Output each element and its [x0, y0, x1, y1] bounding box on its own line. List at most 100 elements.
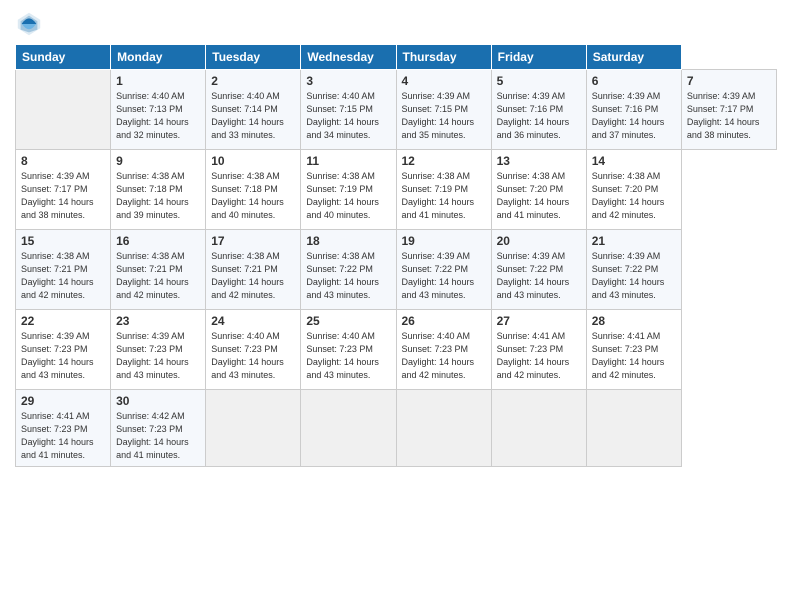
- calendar-day-cell: [491, 390, 586, 467]
- day-number: 6: [592, 74, 676, 88]
- day-info: Sunrise: 4:41 AMSunset: 7:23 PMDaylight:…: [497, 330, 581, 382]
- day-number: 3: [306, 74, 390, 88]
- calendar-week-row: 15 Sunrise: 4:38 AMSunset: 7:21 PMDayligh…: [16, 230, 777, 310]
- day-number: 23: [116, 314, 200, 328]
- calendar-day-cell: 12 Sunrise: 4:38 AMSunset: 7:19 PMDayligh…: [396, 150, 491, 230]
- day-info: Sunrise: 4:40 AMSunset: 7:23 PMDaylight:…: [211, 330, 295, 382]
- day-info: Sunrise: 4:39 AMSunset: 7:22 PMDaylight:…: [402, 250, 486, 302]
- day-info: Sunrise: 4:42 AMSunset: 7:23 PMDaylight:…: [116, 410, 200, 462]
- day-info: Sunrise: 4:39 AMSunset: 7:17 PMDaylight:…: [687, 90, 771, 142]
- calendar-day-cell: 13Sunrise: 4:38 AMSunset: 7:20 PMDayligh…: [491, 150, 586, 230]
- calendar-day-cell: 23 Sunrise: 4:39 AMSunset: 7:23 PMDayligh…: [111, 310, 206, 390]
- header-friday: Friday: [491, 45, 586, 70]
- day-info: Sunrise: 4:39 AMSunset: 7:15 PMDaylight:…: [402, 90, 486, 142]
- day-number: 7: [687, 74, 771, 88]
- calendar-day-cell: 18 Sunrise: 4:38 AMSunset: 7:22 PMDayligh…: [301, 230, 396, 310]
- calendar-week-row: 22 Sunrise: 4:39 AMSunset: 7:23 PMDayligh…: [16, 310, 777, 390]
- day-number: 24: [211, 314, 295, 328]
- calendar-week-row: 8 Sunrise: 4:39 AMSunset: 7:17 PMDaylight…: [16, 150, 777, 230]
- calendar-day-cell: 14Sunrise: 4:38 AMSunset: 7:20 PMDayligh…: [586, 150, 681, 230]
- calendar-day-cell: 8 Sunrise: 4:39 AMSunset: 7:17 PMDaylight…: [16, 150, 111, 230]
- day-info: Sunrise: 4:39 AMSunset: 7:17 PMDaylight:…: [21, 170, 105, 222]
- empty-cell: [16, 70, 111, 150]
- calendar-day-cell: 17Sunrise: 4:38 AMSunset: 7:21 PMDayligh…: [206, 230, 301, 310]
- header-sunday: Sunday: [16, 45, 111, 70]
- day-number: 8: [21, 154, 105, 168]
- calendar-day-cell: 22 Sunrise: 4:39 AMSunset: 7:23 PMDayligh…: [16, 310, 111, 390]
- day-number: 12: [402, 154, 486, 168]
- day-number: 2: [211, 74, 295, 88]
- calendar-table: SundayMondayTuesdayWednesdayThursdayFrid…: [15, 44, 777, 467]
- calendar-day-cell: 20Sunrise: 4:39 AMSunset: 7:22 PMDayligh…: [491, 230, 586, 310]
- day-info: Sunrise: 4:38 AMSunset: 7:19 PMDaylight:…: [306, 170, 390, 222]
- calendar-day-cell: 1 Sunrise: 4:40 AMSunset: 7:13 PMDaylight…: [111, 70, 206, 150]
- day-info: Sunrise: 4:38 AMSunset: 7:19 PMDaylight:…: [402, 170, 486, 222]
- day-number: 5: [497, 74, 581, 88]
- calendar-day-cell: 24 Sunrise: 4:40 AMSunset: 7:23 PMDayligh…: [206, 310, 301, 390]
- day-number: 9: [116, 154, 200, 168]
- day-info: Sunrise: 4:40 AMSunset: 7:14 PMDaylight:…: [211, 90, 295, 142]
- calendar-day-cell: 19 Sunrise: 4:39 AMSunset: 7:22 PMDayligh…: [396, 230, 491, 310]
- day-info: Sunrise: 4:41 AMSunset: 7:23 PMDaylight:…: [592, 330, 676, 382]
- calendar-day-cell: 4 Sunrise: 4:39 AMSunset: 7:15 PMDaylight…: [396, 70, 491, 150]
- calendar-day-cell: 10 Sunrise: 4:38 AMSunset: 7:18 PMDayligh…: [206, 150, 301, 230]
- day-info: Sunrise: 4:38 AMSunset: 7:18 PMDaylight:…: [211, 170, 295, 222]
- day-number: 22: [21, 314, 105, 328]
- calendar-day-cell: [396, 390, 491, 467]
- calendar-day-cell: 6Sunrise: 4:39 AMSunset: 7:16 PMDaylight…: [586, 70, 681, 150]
- day-number: 25: [306, 314, 390, 328]
- day-number: 30: [116, 394, 200, 408]
- day-number: 18: [306, 234, 390, 248]
- day-number: 14: [592, 154, 676, 168]
- day-info: Sunrise: 4:38 AMSunset: 7:21 PMDaylight:…: [116, 250, 200, 302]
- calendar-day-cell: 3 Sunrise: 4:40 AMSunset: 7:15 PMDaylight…: [301, 70, 396, 150]
- day-number: 17: [211, 234, 295, 248]
- page: SundayMondayTuesdayWednesdayThursdayFrid…: [0, 0, 792, 612]
- calendar-day-cell: 21 Sunrise: 4:39 AMSunset: 7:22 PMDayligh…: [586, 230, 681, 310]
- calendar-day-cell: [586, 390, 681, 467]
- calendar-day-cell: 16 Sunrise: 4:38 AMSunset: 7:21 PMDayligh…: [111, 230, 206, 310]
- day-info: Sunrise: 4:39 AMSunset: 7:23 PMDaylight:…: [21, 330, 105, 382]
- calendar-day-cell: 30 Sunrise: 4:42 AMSunset: 7:23 PMDayligh…: [111, 390, 206, 467]
- calendar-week-row: 1 Sunrise: 4:40 AMSunset: 7:13 PMDaylight…: [16, 70, 777, 150]
- calendar-day-cell: 27 Sunrise: 4:41 AMSunset: 7:23 PMDayligh…: [491, 310, 586, 390]
- calendar-day-cell: 11Sunrise: 4:38 AMSunset: 7:19 PMDayligh…: [301, 150, 396, 230]
- day-number: 28: [592, 314, 676, 328]
- day-number: 16: [116, 234, 200, 248]
- day-number: 21: [592, 234, 676, 248]
- header-tuesday: Tuesday: [206, 45, 301, 70]
- day-info: Sunrise: 4:38 AMSunset: 7:22 PMDaylight:…: [306, 250, 390, 302]
- day-number: 4: [402, 74, 486, 88]
- day-number: 20: [497, 234, 581, 248]
- calendar-day-cell: 7 Sunrise: 4:39 AMSunset: 7:17 PMDaylight…: [681, 70, 776, 150]
- calendar-day-cell: 29 Sunrise: 4:41 AMSunset: 7:23 PMDayligh…: [16, 390, 111, 467]
- header-monday: Monday: [111, 45, 206, 70]
- day-number: 27: [497, 314, 581, 328]
- day-number: 19: [402, 234, 486, 248]
- day-info: Sunrise: 4:38 AMSunset: 7:21 PMDaylight:…: [21, 250, 105, 302]
- day-info: Sunrise: 4:40 AMSunset: 7:23 PMDaylight:…: [402, 330, 486, 382]
- calendar-day-cell: [301, 390, 396, 467]
- calendar-week-row: 29 Sunrise: 4:41 AMSunset: 7:23 PMDayligh…: [16, 390, 777, 467]
- header-saturday: Saturday: [586, 45, 681, 70]
- day-number: 1: [116, 74, 200, 88]
- day-info: Sunrise: 4:39 AMSunset: 7:23 PMDaylight:…: [116, 330, 200, 382]
- day-info: Sunrise: 4:39 AMSunset: 7:16 PMDaylight:…: [497, 90, 581, 142]
- day-info: Sunrise: 4:41 AMSunset: 7:23 PMDaylight:…: [21, 410, 105, 462]
- day-info: Sunrise: 4:40 AMSunset: 7:15 PMDaylight:…: [306, 90, 390, 142]
- day-number: 29: [21, 394, 105, 408]
- calendar-header-row: SundayMondayTuesdayWednesdayThursdayFrid…: [16, 45, 777, 70]
- header: [15, 10, 777, 38]
- day-info: Sunrise: 4:39 AMSunset: 7:22 PMDaylight:…: [592, 250, 676, 302]
- day-info: Sunrise: 4:40 AMSunset: 7:13 PMDaylight:…: [116, 90, 200, 142]
- day-number: 10: [211, 154, 295, 168]
- day-info: Sunrise: 4:38 AMSunset: 7:20 PMDaylight:…: [497, 170, 581, 222]
- calendar-day-cell: 26Sunrise: 4:40 AMSunset: 7:23 PMDayligh…: [396, 310, 491, 390]
- calendar-day-cell: 25 Sunrise: 4:40 AMSunset: 7:23 PMDayligh…: [301, 310, 396, 390]
- day-info: Sunrise: 4:40 AMSunset: 7:23 PMDaylight:…: [306, 330, 390, 382]
- header-wednesday: Wednesday: [301, 45, 396, 70]
- calendar-day-cell: 5 Sunrise: 4:39 AMSunset: 7:16 PMDaylight…: [491, 70, 586, 150]
- day-number: 15: [21, 234, 105, 248]
- day-info: Sunrise: 4:38 AMSunset: 7:18 PMDaylight:…: [116, 170, 200, 222]
- logo: [15, 10, 47, 38]
